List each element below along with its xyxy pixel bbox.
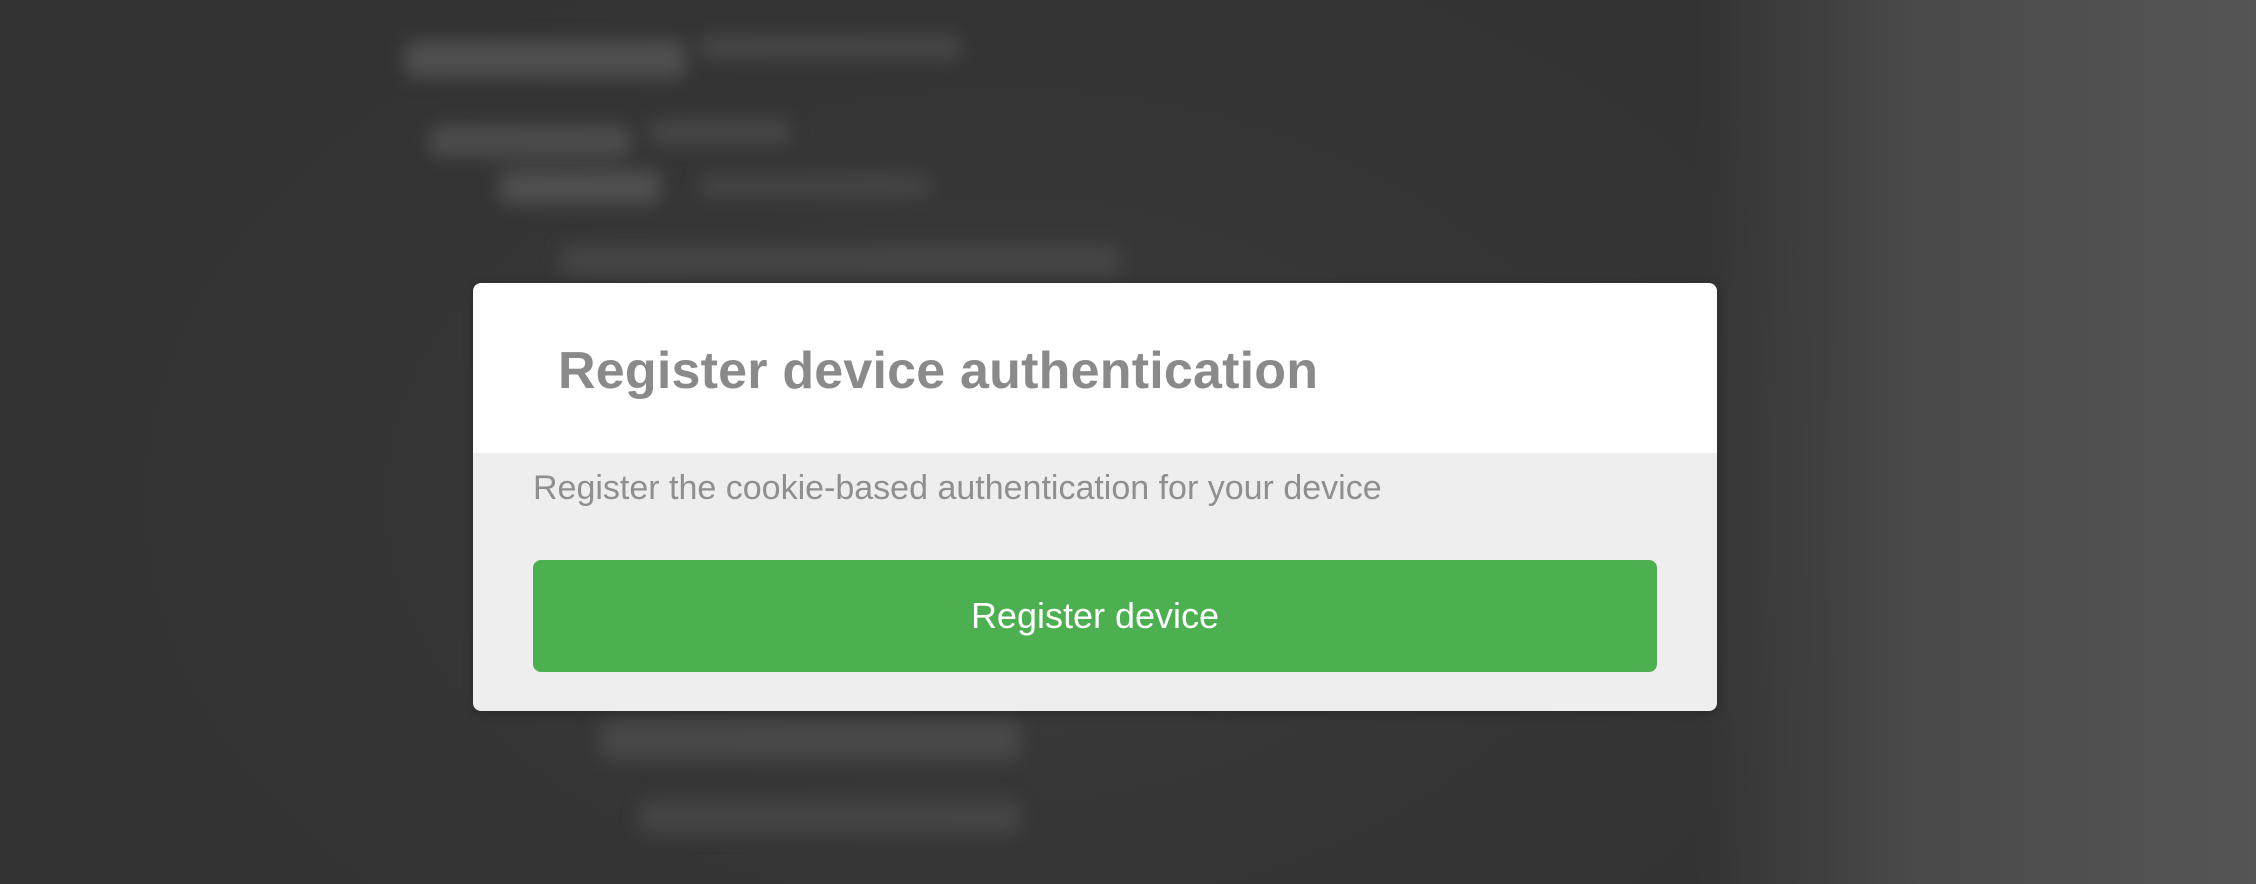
modal-header: Register device authentication bbox=[473, 283, 1717, 453]
register-device-button[interactable]: Register device bbox=[533, 560, 1657, 672]
register-device-modal: Register device authentication Register … bbox=[473, 283, 1717, 711]
modal-title: Register device authentication bbox=[558, 342, 1319, 400]
modal-body: Register the cookie-based authentication… bbox=[473, 453, 1717, 711]
modal-description: Register the cookie-based authentication… bbox=[533, 469, 1382, 507]
